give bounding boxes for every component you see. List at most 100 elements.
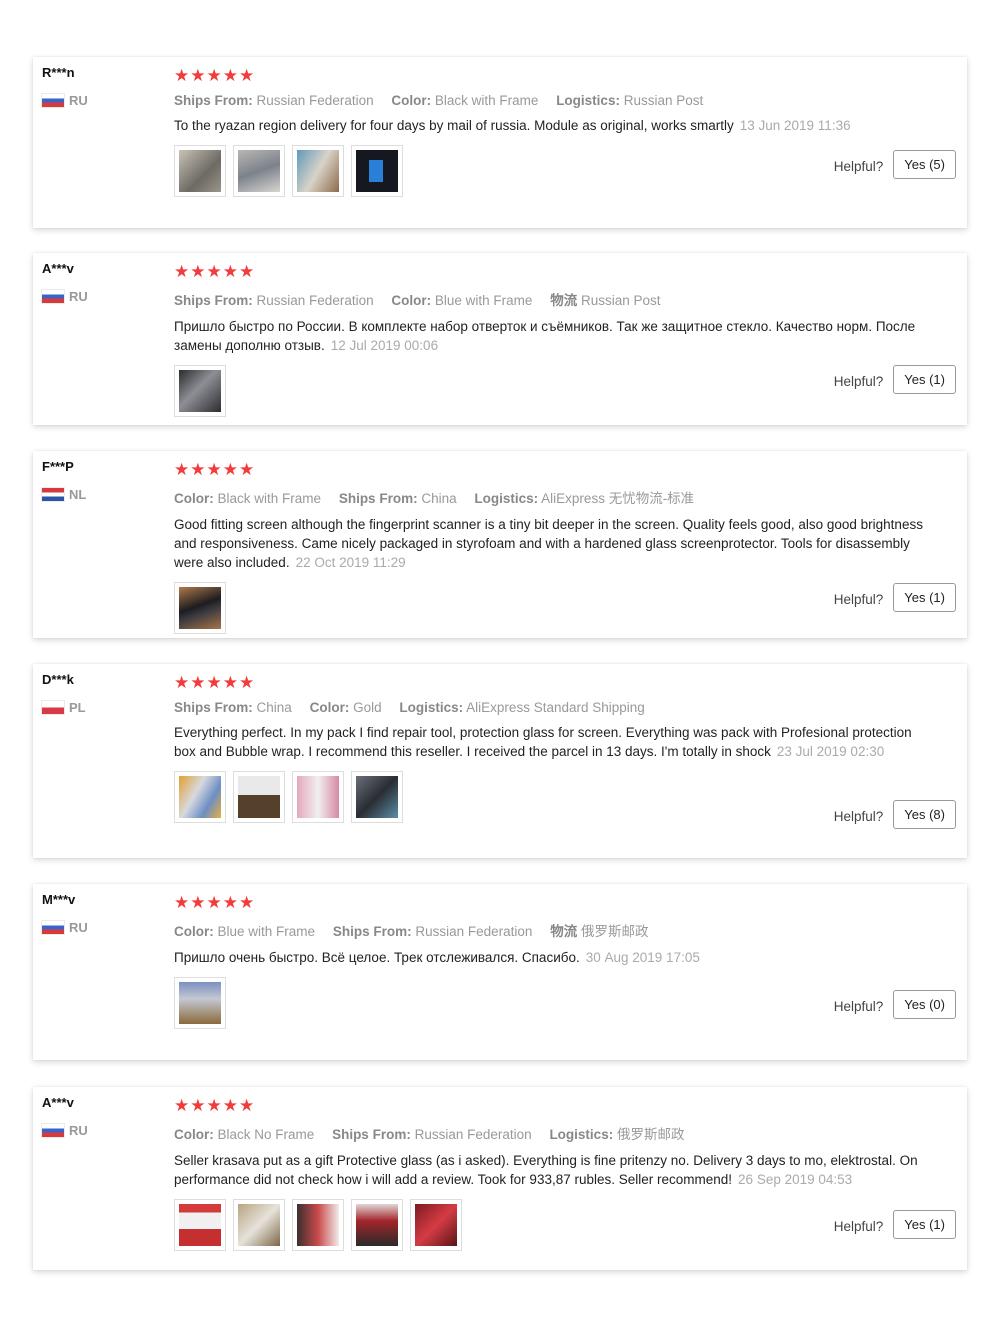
review-photo-thumbnail[interactable] [410, 1199, 462, 1251]
review-date: 26 Sep 2019 04:53 [738, 1172, 853, 1187]
meta-key: Color: [174, 924, 214, 939]
review-card: R***n RU ★★★★★ Ships From: Russian Feder… [33, 57, 967, 228]
helpful-yes-button[interactable]: Yes (1) [893, 1210, 956, 1239]
russia-flag-icon [42, 1124, 64, 1137]
review-date: 30 Aug 2019 17:05 [585, 950, 700, 965]
country-code: RU [69, 289, 88, 304]
helpful-label: Helpful? [833, 159, 884, 174]
review-meta: Color: Black with Frame Ships From: Chin… [174, 487, 934, 507]
meta-value: China [256, 700, 292, 715]
meta-value: China [421, 491, 457, 506]
meta-value: Gold [353, 700, 382, 715]
review-date: 12 Jul 2019 00:06 [330, 338, 439, 353]
review-text: Пришло очень быстро. Всё целое. Трек отс… [174, 948, 934, 967]
review-photo-thumbnail[interactable] [174, 582, 226, 634]
meta-value: Black with Frame [434, 93, 539, 108]
review-content: ★★★★★ Ships From: Russian Federation Col… [174, 263, 934, 417]
review-content: ★★★★★ Ships From: Russian Federation Col… [174, 67, 934, 197]
review-photo-thumbnail[interactable] [233, 145, 285, 197]
meta-key: Logistics: [399, 700, 464, 715]
review-photos [174, 145, 934, 197]
meta-value: Blue with Frame [217, 924, 316, 939]
reviewer-country: PL [42, 700, 86, 715]
review-photos [174, 365, 934, 417]
review-photo-thumbnail[interactable] [351, 145, 403, 197]
meta-value: Black with Frame [217, 491, 322, 506]
meta-value: Black No Frame [217, 1127, 315, 1142]
star-rating: ★★★★★ [174, 893, 256, 912]
helpful-label: Helpful? [833, 999, 884, 1014]
review-body: Пришло быстро по России. В комплекте наб… [174, 319, 916, 353]
review-photo-thumbnail[interactable] [351, 1199, 403, 1251]
meta-value: Blue with Frame [434, 293, 533, 308]
review-meta: Color: Blue with Frame Ships From: Russi… [174, 920, 934, 940]
helpful-area: Helpful? Yes (1) [834, 365, 956, 394]
meta-key: Color: [391, 293, 432, 308]
review-photo-thumbnail[interactable] [174, 771, 226, 823]
helpful-yes-button[interactable]: Yes (0) [893, 990, 956, 1019]
review-meta: Ships From: China Color: Gold Logistics:… [174, 700, 934, 715]
helpful-area: Helpful? Yes (5) [834, 150, 956, 179]
review-body: To the ryazan region delivery for four d… [174, 118, 734, 133]
helpful-area: Helpful? Yes (8) [834, 800, 956, 829]
review-date: 23 Jul 2019 02:30 [776, 744, 885, 759]
star-rating: ★★★★★ [174, 262, 256, 281]
review-content: ★★★★★ Ships From: China Color: Gold Logi… [174, 674, 934, 823]
reviewer-country: RU [42, 1123, 88, 1138]
reviewer-name: R***n [42, 65, 75, 80]
review-card: F***P NL ★★★★★ Color: Black with Frame S… [33, 451, 967, 638]
star-rating: ★★★★★ [174, 1096, 256, 1115]
reviewer-country: RU [42, 289, 88, 304]
review-card: A***v RU ★★★★★ Ships From: Russian Feder… [33, 253, 967, 425]
review-photo-thumbnail[interactable] [233, 1199, 285, 1251]
review-meta: Ships From: Russian Federation Color: Bl… [174, 93, 934, 108]
helpful-label: Helpful? [833, 1219, 884, 1234]
review-photos [174, 771, 934, 823]
helpful-yes-button[interactable]: Yes (1) [893, 365, 956, 394]
review-content: ★★★★★ Color: Black with Frame Ships From… [174, 461, 934, 634]
review-photo-thumbnail[interactable] [292, 1199, 344, 1251]
review-meta: Color: Black No Frame Ships From: Russia… [174, 1123, 934, 1143]
meta-key: Ships From: [338, 491, 418, 506]
review-photo-thumbnail[interactable] [351, 771, 403, 823]
meta-key: Logistics: [556, 93, 620, 108]
review-card: M***v RU ★★★★★ Color: Blue with Frame Sh… [33, 884, 967, 1060]
review-text: Пришло быстро по России. В комплекте наб… [174, 317, 934, 355]
meta-key: Ships From: [332, 1127, 411, 1142]
review-photo-thumbnail[interactable] [292, 771, 344, 823]
review-photos [174, 1199, 934, 1251]
meta-key: Ships From: [174, 293, 253, 308]
review-photo-thumbnail[interactable] [174, 365, 226, 417]
meta-key: Logistics: [474, 491, 539, 506]
meta-key: Color: [174, 1127, 214, 1142]
review-photos [174, 582, 934, 634]
helpful-yes-button[interactable]: Yes (1) [893, 583, 956, 612]
meta-value: AliExpress 无忧物流-标准 [541, 491, 695, 506]
review-card: A***v RU ★★★★★ Color: Black No Frame Shi… [33, 1087, 967, 1270]
review-text: Good fitting screen although the fingerp… [174, 515, 934, 572]
star-rating: ★★★★★ [174, 66, 256, 85]
meta-key: Color: [174, 491, 214, 506]
helpful-yes-button[interactable]: Yes (5) [893, 150, 956, 179]
review-photo-thumbnail[interactable] [233, 771, 285, 823]
reviewer-name: A***v [42, 261, 74, 276]
review-photo-thumbnail[interactable] [174, 145, 226, 197]
reviewer-name: D***k [42, 672, 74, 687]
meta-key: Ships From: [174, 93, 253, 108]
country-code: PL [69, 700, 86, 715]
helpful-label: Helpful? [833, 809, 884, 824]
review-photo-thumbnail[interactable] [292, 145, 344, 197]
review-text: To the ryazan region delivery for four d… [174, 116, 934, 135]
meta-value: Russian Federation [256, 293, 374, 308]
russia-flag-icon [42, 921, 64, 934]
helpful-yes-button[interactable]: Yes (8) [893, 800, 956, 829]
review-photo-thumbnail[interactable] [174, 977, 226, 1029]
star-rating: ★★★★★ [174, 673, 256, 692]
review-photo-thumbnail[interactable] [174, 1199, 226, 1251]
meta-value: AliExpress Standard Shipping [466, 700, 645, 715]
russia-flag-icon [42, 94, 64, 107]
meta-value: Russian Post [623, 93, 704, 108]
review-date: 13 Jun 2019 11:36 [739, 118, 851, 133]
review-text: Seller krasava put as a gift Protective … [174, 1151, 934, 1189]
helpful-label: Helpful? [833, 592, 884, 607]
